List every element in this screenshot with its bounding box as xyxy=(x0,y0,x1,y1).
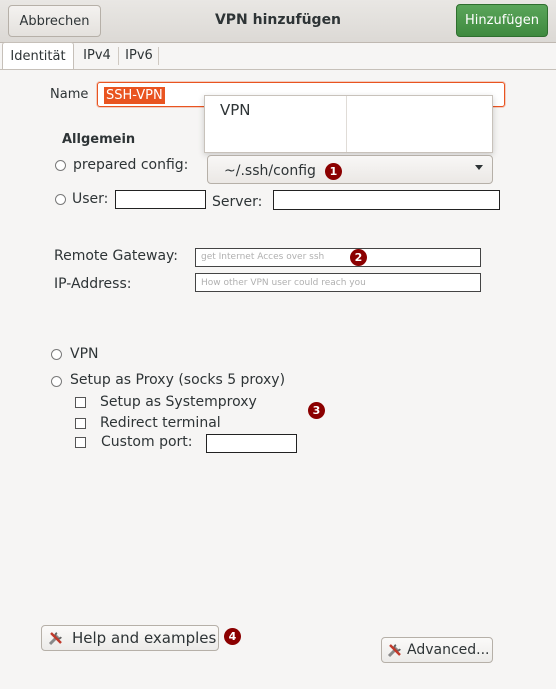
remote-gateway-label: Remote Gateway: xyxy=(54,248,179,264)
mode-vpn-radio[interactable] xyxy=(51,349,62,360)
section-general-heading: Allgemein xyxy=(62,132,136,147)
tab-separator xyxy=(118,47,119,65)
mode-vpn-label: VPN xyxy=(70,346,99,362)
tab-identity[interactable]: Identität xyxy=(2,42,74,69)
config-dropdown-value: ~/.ssh/config xyxy=(224,163,316,179)
cancel-button[interactable]: Abbrechen xyxy=(8,5,101,37)
user-label: User: xyxy=(72,191,109,207)
server-label: Server: xyxy=(212,194,263,210)
tab-separator xyxy=(158,47,159,65)
popup-item-vpn[interactable]: VPN xyxy=(220,101,251,119)
annotation-marker-3: 3 xyxy=(308,402,325,419)
systemproxy-label: Setup as Systemproxy xyxy=(100,394,257,410)
custom-port-checkbox[interactable] xyxy=(75,437,86,448)
ip-address-placeholder: How other VPN user could reach you xyxy=(201,278,366,288)
tab-ipv4[interactable]: IPv4 xyxy=(76,42,118,69)
redirect-terminal-checkbox[interactable] xyxy=(75,418,86,429)
tab-ipv6[interactable]: IPv6 xyxy=(120,42,158,69)
advanced-button[interactable]: Advanced... xyxy=(381,637,493,663)
add-button[interactable]: Hinzufügen xyxy=(456,4,548,37)
systemproxy-checkbox[interactable] xyxy=(75,397,86,408)
name-value-selected: SSH-VPN xyxy=(104,87,165,104)
name-label: Name xyxy=(50,87,89,102)
user-radio[interactable] xyxy=(55,194,66,205)
tools-icon xyxy=(387,642,403,658)
help-button-label: Help and examples xyxy=(72,629,217,647)
prepared-config-radio[interactable] xyxy=(55,160,66,171)
mode-proxy-radio[interactable] xyxy=(51,376,62,387)
custom-port-input[interactable] xyxy=(206,434,297,453)
annotation-marker-4: 4 xyxy=(224,628,241,645)
annotation-marker-2: 2 xyxy=(350,249,367,266)
redirect-terminal-label: Redirect terminal xyxy=(100,415,221,431)
advanced-button-label: Advanced... xyxy=(407,642,490,658)
chevron-down-icon xyxy=(475,165,483,170)
mode-proxy-label: Setup as Proxy (socks 5 proxy) xyxy=(70,372,286,388)
dialog-title: VPN hinzufügen xyxy=(214,12,342,28)
tools-icon xyxy=(48,630,64,646)
popup-divider xyxy=(346,96,347,152)
user-input[interactable] xyxy=(115,190,206,209)
help-button[interactable]: Help and examples xyxy=(41,625,219,651)
prepared-config-label: prepared config: xyxy=(73,157,189,173)
server-input[interactable] xyxy=(273,190,500,210)
custom-port-label: Custom port: xyxy=(101,434,193,450)
annotation-marker-1: 1 xyxy=(325,163,342,180)
ip-address-label: IP-Address: xyxy=(54,276,132,292)
tab-divider xyxy=(0,69,556,70)
remote-gateway-placeholder: get Internet Acces over ssh xyxy=(201,252,325,262)
